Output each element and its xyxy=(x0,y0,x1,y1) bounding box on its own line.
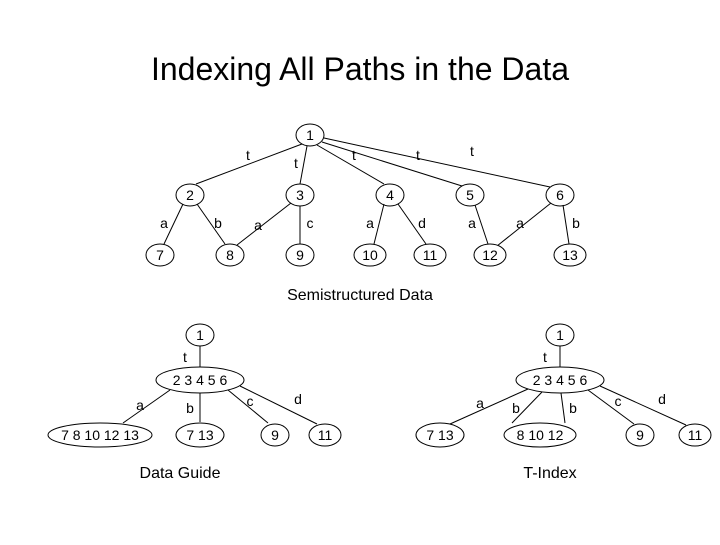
leaf-7: 7 xyxy=(156,247,164,263)
edge-2b: b xyxy=(214,215,222,231)
data-guide-tree: 1 t 2 3 4 5 6 a b c d 7 8 10 12 13 7 13 … xyxy=(48,324,341,482)
top-tree: 1 t t t t t 2 3 4 5 6 a b a c xyxy=(146,124,586,266)
ti-leaf-d: 11 xyxy=(688,427,703,443)
leaf-13: 13 xyxy=(562,247,578,263)
ti-edge-c: c xyxy=(615,393,622,409)
t-index-tree: 1 t 2 3 4 5 6 a b b c d 7 13 8 10 12 9 1… xyxy=(416,324,711,482)
leaf-11: 11 xyxy=(423,247,438,263)
ti-leaf-b: 8 10 12 xyxy=(517,427,564,443)
dg-leaf-c: 9 xyxy=(271,427,279,443)
edge-t-5: t xyxy=(470,143,474,159)
node-6: 6 xyxy=(556,187,564,203)
leaf-8: 8 xyxy=(226,247,234,263)
dg-leaf-b: 7 13 xyxy=(186,427,213,443)
page-title: Indexing All Paths in the Data xyxy=(151,51,569,87)
edge-6b: b xyxy=(572,215,580,231)
dg-edge-d: d xyxy=(294,391,302,407)
ti-edge-d: d xyxy=(658,391,666,407)
edge-6a: a xyxy=(516,215,524,231)
edge-5a: a xyxy=(468,215,476,231)
ti-mid: 2 3 4 5 6 xyxy=(533,372,588,388)
node-2: 2 xyxy=(186,187,194,203)
dg-edge-t: t xyxy=(183,349,187,365)
dg-mid: 2 3 4 5 6 xyxy=(173,372,228,388)
ti-edge-t: t xyxy=(543,349,547,365)
edge-t-3: t xyxy=(352,147,356,163)
node-3: 3 xyxy=(296,187,304,203)
edge-4d: d xyxy=(418,215,426,231)
t-index-label: T-Index xyxy=(523,465,576,482)
dg-leaf-d: 11 xyxy=(318,427,333,443)
edge-4a: a xyxy=(366,215,374,231)
ti-root: 1 xyxy=(556,327,564,343)
dg-edge-a: a xyxy=(136,397,144,413)
edge-t-1: t xyxy=(246,147,250,163)
leaf-12: 12 xyxy=(482,247,498,263)
dg-root: 1 xyxy=(196,327,204,343)
section-label: Semistructured Data xyxy=(287,287,433,304)
root-node: 1 xyxy=(306,127,314,143)
leaf-10: 10 xyxy=(362,247,378,263)
dg-edge-b: b xyxy=(186,400,194,416)
node-4: 4 xyxy=(386,187,394,203)
leaf-9: 9 xyxy=(296,247,304,263)
ti-edge-a: a xyxy=(476,395,484,411)
ti-edge-b2: b xyxy=(569,400,577,416)
ti-edge-b1: b xyxy=(512,400,520,416)
ti-leaf-a: 7 13 xyxy=(426,427,453,443)
edge-2a: a xyxy=(160,215,168,231)
data-guide-label: Data Guide xyxy=(140,465,221,482)
diagram-canvas: Indexing All Paths in the Data 1 t t t t… xyxy=(0,0,720,540)
dg-leaf-a: 7 8 10 12 13 xyxy=(61,427,139,443)
edge-t-2: t xyxy=(294,155,298,171)
ti-leaf-c: 9 xyxy=(636,427,644,443)
edge-3a: a xyxy=(254,217,262,233)
edge-t-4: t xyxy=(416,147,420,163)
dg-edge-c: c xyxy=(247,393,254,409)
node-5: 5 xyxy=(466,187,474,203)
edge-3c: c xyxy=(307,215,314,231)
